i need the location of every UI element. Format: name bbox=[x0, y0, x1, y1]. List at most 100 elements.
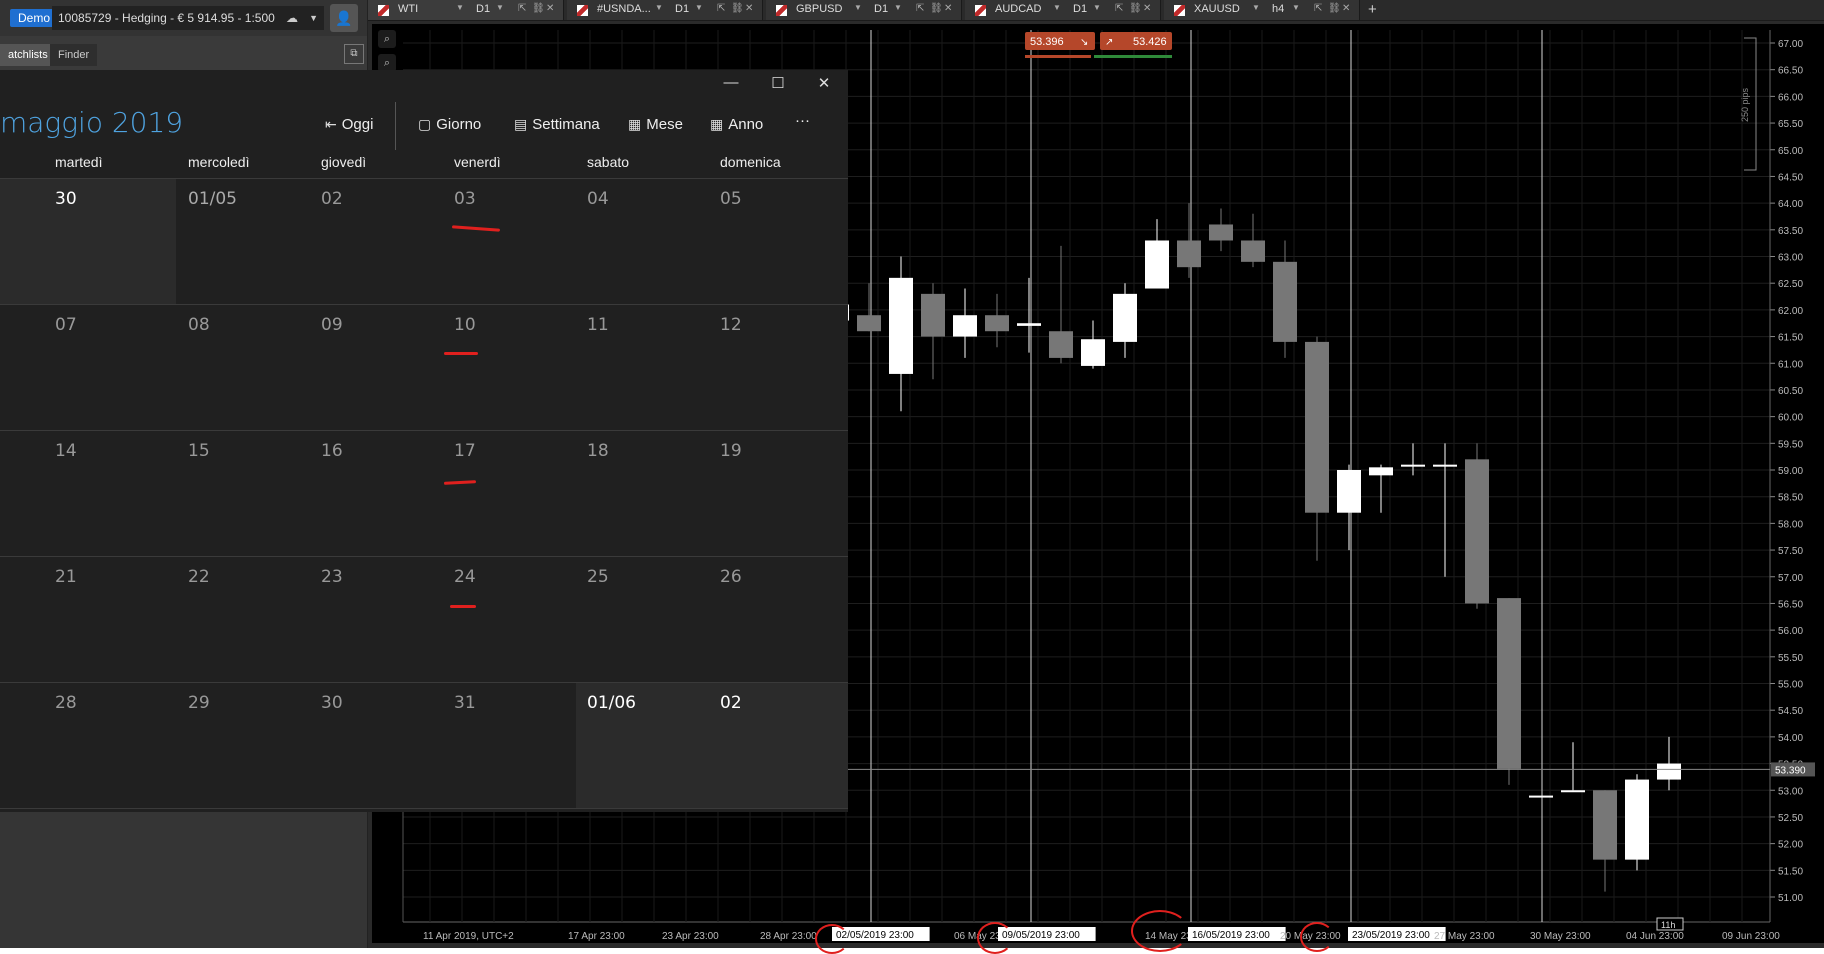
day-cell[interactable]: 08 bbox=[133, 305, 266, 430]
day-cell[interactable]: 17 bbox=[399, 431, 532, 556]
annotation-circle bbox=[977, 922, 1013, 954]
week-icon: ▤ bbox=[514, 116, 528, 132]
day-number: 08 bbox=[188, 315, 210, 335]
y-tick-label: 63.00 bbox=[1778, 253, 1803, 264]
day-cell[interactable]: 14 bbox=[0, 431, 133, 556]
minimize-icon[interactable]: — bbox=[708, 74, 754, 91]
y-tick-label: 52.00 bbox=[1778, 840, 1803, 851]
month-view-button[interactable]: ▦ Mese bbox=[628, 116, 683, 133]
candle-body bbox=[1433, 464, 1457, 467]
week-row: 14 15 16 17 18 19 bbox=[0, 431, 848, 557]
day-number: 30 bbox=[321, 693, 343, 713]
y-tick-label: 59.50 bbox=[1778, 439, 1803, 450]
candle-body bbox=[1529, 795, 1553, 798]
day-cell[interactable]: 21 bbox=[0, 557, 133, 682]
x-tick-label: 04 Jun 23:00 bbox=[1626, 931, 1684, 942]
y-tick-label: 51.00 bbox=[1778, 893, 1803, 904]
day-cell[interactable]: 25 bbox=[532, 557, 665, 682]
day-cell[interactable]: 11 bbox=[532, 305, 665, 430]
candle-body bbox=[1561, 790, 1585, 793]
zoom-in-icon[interactable]: ⌕ bbox=[378, 30, 396, 48]
day-cell[interactable]: 04 bbox=[532, 179, 665, 304]
day-number: 01/06 bbox=[587, 693, 636, 713]
annotation-mark bbox=[450, 605, 476, 608]
candle-body bbox=[1593, 790, 1617, 860]
candle-body bbox=[1081, 339, 1105, 366]
candle-body bbox=[921, 293, 945, 337]
day-number: 02 bbox=[321, 189, 343, 209]
day-cell[interactable]: 07 bbox=[0, 305, 133, 430]
day-cell[interactable]: 01/06 bbox=[576, 683, 714, 808]
candle-body bbox=[1465, 459, 1489, 604]
day-cell[interactable]: 30 bbox=[266, 683, 399, 808]
candle-body bbox=[1241, 240, 1265, 262]
day-cell[interactable]: 18 bbox=[532, 431, 665, 556]
day-cell[interactable]: 02 bbox=[714, 683, 848, 808]
y-tick-label: 62.00 bbox=[1778, 306, 1803, 317]
day-label: Giorno bbox=[436, 116, 482, 133]
year-view-button[interactable]: ▦ Anno bbox=[710, 116, 763, 133]
y-tick-label: 64.00 bbox=[1778, 199, 1803, 210]
buy-price: 53.426 bbox=[1133, 36, 1167, 48]
y-tick-label: 59.00 bbox=[1778, 466, 1803, 477]
year-label: Anno bbox=[728, 116, 764, 133]
maximize-icon[interactable]: ☐ bbox=[755, 74, 801, 92]
candle-body bbox=[889, 277, 913, 374]
candle-body bbox=[953, 315, 977, 337]
day-cell[interactable]: 05 bbox=[665, 179, 798, 304]
day-cell[interactable]: 01/05 bbox=[133, 179, 266, 304]
day-number: 10 bbox=[454, 315, 476, 335]
day-number: 18 bbox=[587, 441, 609, 461]
y-tick-label: 57.50 bbox=[1778, 546, 1803, 557]
day-number: 04 bbox=[587, 189, 609, 209]
day-cell[interactable]: 19 bbox=[665, 431, 798, 556]
close-icon[interactable]: ✕ bbox=[801, 74, 847, 92]
weekday-header: giovedì bbox=[321, 154, 367, 170]
week-view-button[interactable]: ▤ Settimana bbox=[514, 116, 600, 133]
day-cell[interactable]: 10 bbox=[399, 305, 532, 430]
month-label: Mese bbox=[646, 116, 683, 133]
y-tick-label: 66.00 bbox=[1778, 92, 1803, 103]
day-number: 12 bbox=[720, 315, 742, 335]
more-button[interactable]: ··· bbox=[795, 112, 810, 129]
candle-body bbox=[1209, 224, 1233, 241]
y-tick-label: 56.50 bbox=[1778, 599, 1803, 610]
buy-underline bbox=[1094, 55, 1172, 58]
day-cell[interactable]: 31 bbox=[399, 683, 532, 808]
day-number: 26 bbox=[720, 567, 742, 587]
weekday-header: domenica bbox=[720, 154, 781, 170]
day-cell[interactable]: 22 bbox=[133, 557, 266, 682]
day-number: 17 bbox=[454, 441, 476, 461]
day-cell[interactable]: 29 bbox=[133, 683, 266, 808]
day-cell[interactable]: 02 bbox=[266, 179, 399, 304]
candle-body bbox=[1625, 779, 1649, 860]
x-tick-label: 27 May 23:00 bbox=[1434, 931, 1495, 942]
y-tick-label: 58.00 bbox=[1778, 519, 1803, 530]
y-tick-label: 51.50 bbox=[1778, 866, 1803, 877]
day-cell[interactable]: 12 bbox=[665, 305, 798, 430]
day-cell[interactable]: 26 bbox=[665, 557, 798, 682]
y-tick-label: 58.50 bbox=[1778, 493, 1803, 504]
day-cell[interactable]: 23 bbox=[266, 557, 399, 682]
candle-body bbox=[1305, 341, 1329, 513]
today-button[interactable]: ⇤ Oggi bbox=[325, 116, 373, 133]
day-cell[interactable]: 03 bbox=[399, 179, 532, 304]
day-view-button[interactable]: ▢ Giorno bbox=[418, 116, 481, 133]
candle-body bbox=[1337, 470, 1361, 513]
day-number: 11 bbox=[587, 315, 609, 335]
month-icon: ▦ bbox=[628, 116, 642, 132]
day-cell[interactable]: 15 bbox=[133, 431, 266, 556]
day-cell[interactable]: 28 bbox=[0, 683, 133, 808]
count-badge-label: 11h bbox=[1661, 920, 1675, 930]
day-cell[interactable]: 16 bbox=[266, 431, 399, 556]
y-tick-label: 65.50 bbox=[1778, 119, 1803, 130]
y-tick-label: 61.00 bbox=[1778, 359, 1803, 370]
day-number: 02 bbox=[720, 693, 742, 713]
day-cell[interactable]: 09 bbox=[266, 305, 399, 430]
week-label: Settimana bbox=[532, 116, 600, 133]
y-tick-label: 64.50 bbox=[1778, 172, 1803, 183]
day-number: 16 bbox=[321, 441, 343, 461]
day-number: 09 bbox=[321, 315, 343, 335]
day-cell[interactable]: 24 bbox=[399, 557, 532, 682]
day-number: 30 bbox=[55, 189, 77, 209]
